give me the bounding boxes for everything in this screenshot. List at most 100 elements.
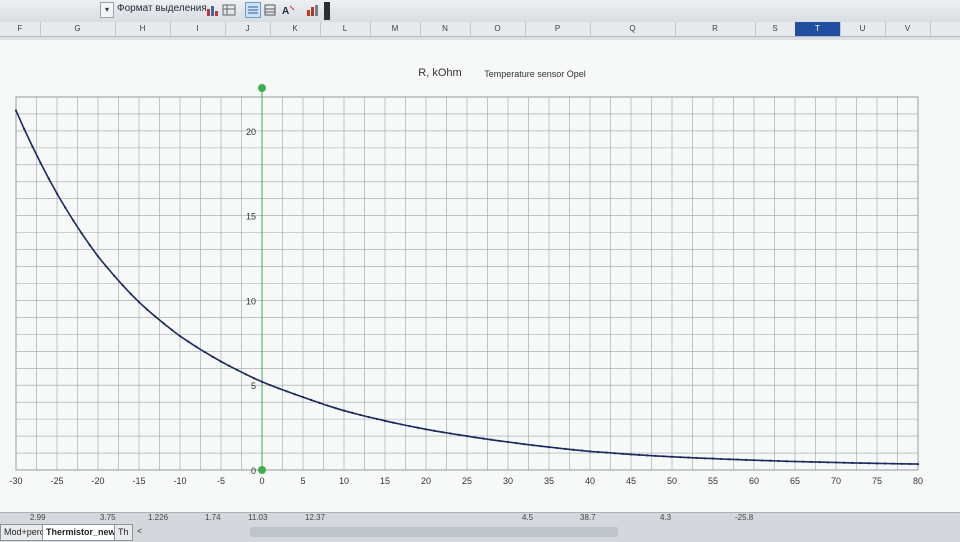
- x-tick-label: -5: [217, 476, 225, 486]
- data-point: [269, 384, 272, 387]
- x-tick-label: 0: [259, 476, 264, 486]
- data-point: [187, 340, 190, 343]
- column-header-h[interactable]: H: [115, 22, 171, 36]
- data-point: [859, 461, 862, 465]
- status-value: 11.03: [248, 513, 268, 522]
- column-header-q[interactable]: Q: [590, 22, 676, 36]
- data-point: [769, 459, 772, 462]
- data-point: [351, 411, 354, 414]
- y-tick-label: 15: [246, 212, 256, 222]
- data-point: [293, 393, 296, 396]
- data-point: [31, 145, 34, 148]
- data-point: [843, 461, 846, 464]
- x-tick-label: -15: [132, 476, 145, 486]
- data-point: [547, 446, 551, 449]
- x-tick-label: 50: [667, 476, 677, 486]
- data-point: [613, 452, 616, 455]
- chart-wizard-icon[interactable]: [305, 3, 319, 17]
- data-point: [310, 398, 313, 402]
- x-tick-label: 20: [421, 476, 431, 486]
- format-selection-button[interactable]: Формат выделения: [117, 3, 207, 14]
- y-axis-handle-top[interactable]: [258, 84, 266, 92]
- tab-scroll-left-icon[interactable]: <: [137, 526, 142, 536]
- data-point: [55, 192, 59, 195]
- column-header-f[interactable]: F: [0, 22, 41, 36]
- data-point: [916, 462, 920, 466]
- data-point: [720, 457, 723, 461]
- column-header-u[interactable]: U: [840, 22, 886, 36]
- data-point: [47, 177, 50, 180]
- data-point: [359, 413, 362, 417]
- column-headers: FGHIJKLMNOPQRSTUV: [0, 22, 960, 37]
- column-header-i[interactable]: I: [170, 22, 226, 36]
- status-value: 4.5: [522, 513, 534, 522]
- data-point: [129, 292, 132, 295]
- column-header-j[interactable]: J: [225, 22, 271, 36]
- sheet-tab[interactable]: Th: [114, 524, 133, 541]
- data-point: [392, 421, 395, 424]
- y-axis-handle-bottom[interactable]: [258, 466, 266, 474]
- data-point: [605, 451, 608, 454]
- column-header-k[interactable]: K: [270, 22, 321, 36]
- horizontal-scrollbar[interactable]: [250, 527, 618, 537]
- column-header-p[interactable]: P: [525, 22, 591, 36]
- data-point: [752, 459, 756, 462]
- data-point: [433, 429, 436, 432]
- data-point: [597, 450, 600, 454]
- sheet-tab[interactable]: Thermistor_new: [42, 524, 120, 541]
- data-point: [498, 439, 501, 443]
- column-header-g[interactable]: G: [40, 22, 116, 36]
- data-table-icon[interactable]: [222, 3, 236, 17]
- data-point: [285, 390, 288, 393]
- column-header-n[interactable]: N: [420, 22, 471, 36]
- formatting-toolbar: ▾ Формат выделения A: [0, 0, 960, 23]
- data-point: [146, 308, 149, 311]
- column-header-r[interactable]: R: [675, 22, 756, 36]
- x-tick-label: -25: [50, 476, 63, 486]
- data-point: [875, 462, 879, 465]
- data-point: [802, 460, 805, 463]
- column-header-s[interactable]: S: [755, 22, 796, 36]
- by-columns-icon[interactable]: [263, 3, 277, 17]
- chart-type-icon[interactable]: [205, 3, 219, 17]
- data-point: [638, 453, 641, 457]
- data-point: [490, 438, 493, 441]
- data-point: [884, 462, 887, 465]
- data-point: [277, 387, 280, 390]
- status-value: 1.74: [205, 513, 221, 522]
- data-point: [441, 431, 444, 434]
- y-tick-label: 0: [251, 466, 256, 476]
- data-point: [178, 334, 182, 338]
- data-point: [121, 284, 124, 287]
- data-point: [252, 376, 255, 380]
- y-axis-label: R, kOhm: [418, 67, 461, 79]
- y-tick-label: 20: [246, 127, 256, 137]
- column-header-v[interactable]: V: [885, 22, 931, 36]
- data-point: [137, 301, 141, 304]
- chart-elements-dropdown[interactable]: ▾: [100, 2, 114, 18]
- sheet-bottom-bar: 2.99 3.75 1.226 1.74 11.03 12.37 4.5 38.7 4.3 -25…: [0, 512, 960, 542]
- data-point: [80, 232, 83, 235]
- data-point: [416, 426, 419, 429]
- data-point: [826, 461, 829, 464]
- data-point: [646, 454, 649, 457]
- data-point: [523, 443, 526, 446]
- column-header-m[interactable]: M: [370, 22, 421, 36]
- x-tick-label: 30: [503, 476, 513, 486]
- x-tick-label: 80: [913, 476, 923, 486]
- data-point: [687, 456, 690, 459]
- chart-title: Temperature sensor Opel: [484, 69, 586, 79]
- column-header-o[interactable]: O: [470, 22, 526, 36]
- chart-area[interactable]: -30 -25 -20 -15 -10 -5 0 5 10 15 20 25 30 35 40 45 50 55 6…: [0, 40, 960, 512]
- data-point: [662, 455, 665, 458]
- by-rows-icon[interactable]: [245, 2, 261, 18]
- data-point: [14, 109, 18, 112]
- data-point: [64, 206, 67, 209]
- data-point: [588, 450, 592, 453]
- column-header-t[interactable]: T: [795, 22, 841, 36]
- text-angle-icon[interactable]: A: [281, 3, 295, 17]
- status-value: 4.3: [660, 513, 672, 522]
- column-header-l[interactable]: L: [320, 22, 371, 36]
- x-tick-label: 40: [585, 476, 595, 486]
- data-point: [96, 255, 100, 258]
